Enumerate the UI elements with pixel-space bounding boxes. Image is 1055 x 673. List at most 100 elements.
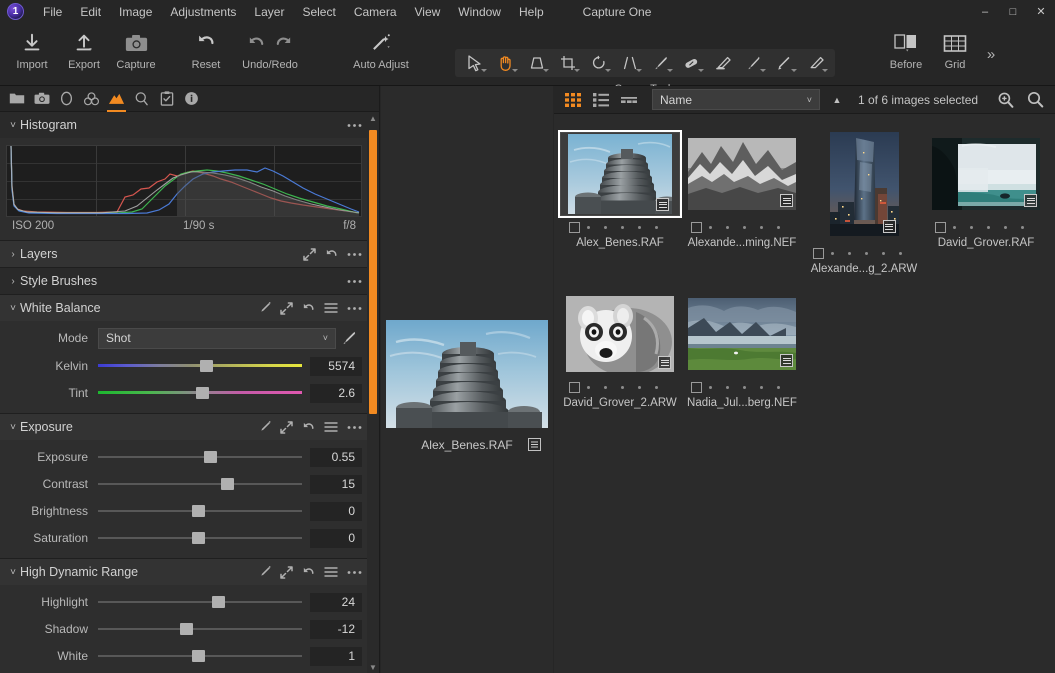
star-rating-dot[interactable]	[743, 226, 746, 229]
hdr-expand-icon[interactable]	[280, 565, 293, 579]
close-button[interactable]: ✕	[1027, 0, 1055, 23]
highlight-slider[interactable]	[98, 591, 302, 613]
contrast-slider[interactable]	[98, 473, 302, 495]
erase-mask-tool[interactable]	[707, 51, 738, 75]
white-balance-more-options-icon[interactable]	[347, 306, 362, 311]
exposure-reset-icon[interactable]	[302, 421, 315, 434]
left-panel-scrollbar[interactable]: ▲ ▼	[367, 112, 379, 673]
histogram-more-options-icon[interactable]	[347, 123, 362, 128]
star-rating-dot[interactable]	[1004, 226, 1007, 229]
thumbnail-cell[interactable]: Alex_Benes.RAF	[558, 130, 682, 249]
brightness-value[interactable]: 0	[310, 501, 362, 521]
thumbnail-rating-row[interactable]	[926, 222, 1046, 233]
shadow-slider[interactable]	[98, 618, 302, 640]
star-rating-dot[interactable]	[604, 386, 607, 389]
list-view-button[interactable]	[590, 89, 612, 111]
thumbnail-image-selected[interactable]	[558, 130, 682, 218]
thumbnail-rating-row[interactable]	[804, 248, 924, 259]
white-slider[interactable]	[98, 645, 302, 667]
shadow-value[interactable]: -12	[310, 619, 362, 639]
star-rating-dot[interactable]	[760, 386, 763, 389]
histogram-plot[interactable]	[6, 145, 362, 217]
white-balance-picker-icon[interactable]	[258, 301, 271, 315]
white-value[interactable]: 1	[310, 646, 362, 666]
undo-redo-button[interactable]: Undo/Redo	[232, 23, 308, 83]
thumbnail-cell[interactable]: Nadia_Jul...berg.NEF	[682, 292, 802, 409]
spot-removal-tool[interactable]	[800, 51, 831, 75]
star-rating-dot[interactable]	[621, 386, 624, 389]
thumbnail-image[interactable]	[682, 292, 802, 376]
star-rating-dot[interactable]	[777, 226, 780, 229]
keystone-tool[interactable]	[614, 51, 645, 75]
layers-reset-icon[interactable]	[325, 248, 338, 261]
scrollbar-thumb[interactable]	[369, 130, 377, 414]
kelvin-value[interactable]: 5574	[310, 356, 362, 376]
star-rating-dot[interactable]	[655, 386, 658, 389]
export-button[interactable]: Export	[58, 23, 110, 83]
star-rating-dot[interactable]	[587, 226, 590, 229]
thumbnail-checkbox[interactable]	[691, 382, 702, 393]
star-rating-dot[interactable]	[1021, 226, 1024, 229]
menu-edit[interactable]: Edit	[71, 2, 110, 22]
star-rating-dot[interactable]	[953, 226, 956, 229]
contrast-value[interactable]: 15	[310, 474, 362, 494]
select-tool[interactable]	[459, 51, 490, 75]
viewer-adjustments-badge-icon[interactable]	[528, 438, 541, 456]
viewer-image[interactable]	[386, 320, 548, 428]
reset-button[interactable]: Reset	[180, 23, 232, 83]
sidebar-item-exposure[interactable]	[104, 86, 129, 112]
sidebar-item-library[interactable]	[4, 86, 29, 112]
layers-expand-icon[interactable]	[303, 247, 316, 261]
tint-slider[interactable]	[98, 382, 302, 404]
thumbnail-adjustments-badge-icon[interactable]	[780, 194, 793, 207]
thumbnail-cell[interactable]: David_Grover.RAF	[926, 132, 1046, 249]
grid-view-button[interactable]	[562, 89, 584, 111]
star-rating-dot[interactable]	[638, 386, 641, 389]
thumbnail-rating-row[interactable]	[682, 382, 802, 393]
star-rating-dot[interactable]	[848, 252, 851, 255]
thumbnail-rating-row[interactable]	[560, 222, 680, 233]
menu-view[interactable]: View	[406, 2, 450, 22]
filmstrip-view-button[interactable]	[618, 89, 640, 111]
star-rating-dot[interactable]	[726, 226, 729, 229]
capture-button[interactable]: Capture	[110, 23, 162, 83]
thumbnail-checkbox[interactable]	[813, 248, 824, 259]
panel-header-style-brushes[interactable]: › Style Brushes	[0, 268, 368, 294]
layers-more-options-icon[interactable]	[347, 252, 362, 257]
sidebar-item-metadata[interactable]	[179, 86, 204, 112]
star-rating-dot[interactable]	[709, 226, 712, 229]
scroll-down-arrow-icon[interactable]: ▼	[367, 661, 379, 673]
thumbnail-adjustments-badge-icon[interactable]	[1024, 194, 1037, 207]
exposure-slider[interactable]	[98, 446, 302, 468]
thumbnail-adjustments-badge-icon[interactable]	[658, 356, 671, 369]
toolbar-overflow-button[interactable]: »	[978, 23, 1004, 83]
thumbnail-cell[interactable]: David_Grover_2.ARW	[560, 292, 680, 409]
white-balance-expand-icon[interactable]	[280, 301, 293, 315]
thumbnail-cell[interactable]: Alexande...g_2.ARW	[804, 132, 924, 275]
sort-direction-button[interactable]: ▲	[826, 95, 848, 105]
star-rating-dot[interactable]	[604, 226, 607, 229]
panel-header-layers[interactable]: › Layers	[0, 241, 368, 267]
before-after-button[interactable]: Before	[880, 23, 932, 83]
hdr-reset-icon[interactable]	[302, 566, 315, 579]
hdr-picker-icon[interactable]	[258, 565, 271, 579]
grid-overlay-button[interactable]: Grid	[932, 23, 978, 83]
layers-chevron-right-icon[interactable]: ›	[6, 249, 20, 260]
star-rating-dot[interactable]	[743, 386, 746, 389]
hdr-chevron-down-icon[interactable]: ˅	[6, 567, 20, 578]
star-rating-dot[interactable]	[899, 252, 902, 255]
star-rating-dot[interactable]	[865, 252, 868, 255]
thumbnail-image[interactable]	[560, 292, 680, 376]
rotate-tool[interactable]	[583, 51, 614, 75]
white-knob[interactable]	[191, 650, 205, 662]
exposure-more-options-icon[interactable]	[347, 425, 362, 430]
thumbnail-checkbox[interactable]	[569, 382, 580, 393]
menu-adjustments[interactable]: Adjustments	[161, 2, 245, 22]
hdr-presets-icon[interactable]	[324, 567, 338, 577]
thumbnail-rating-row[interactable]	[682, 222, 802, 233]
star-rating-dot[interactable]	[777, 386, 780, 389]
sidebar-item-adjustments[interactable]	[154, 86, 179, 112]
gradient-mask-tool[interactable]	[769, 51, 800, 75]
thumbnail-checkbox[interactable]	[935, 222, 946, 233]
sidebar-item-details[interactable]	[129, 86, 154, 112]
